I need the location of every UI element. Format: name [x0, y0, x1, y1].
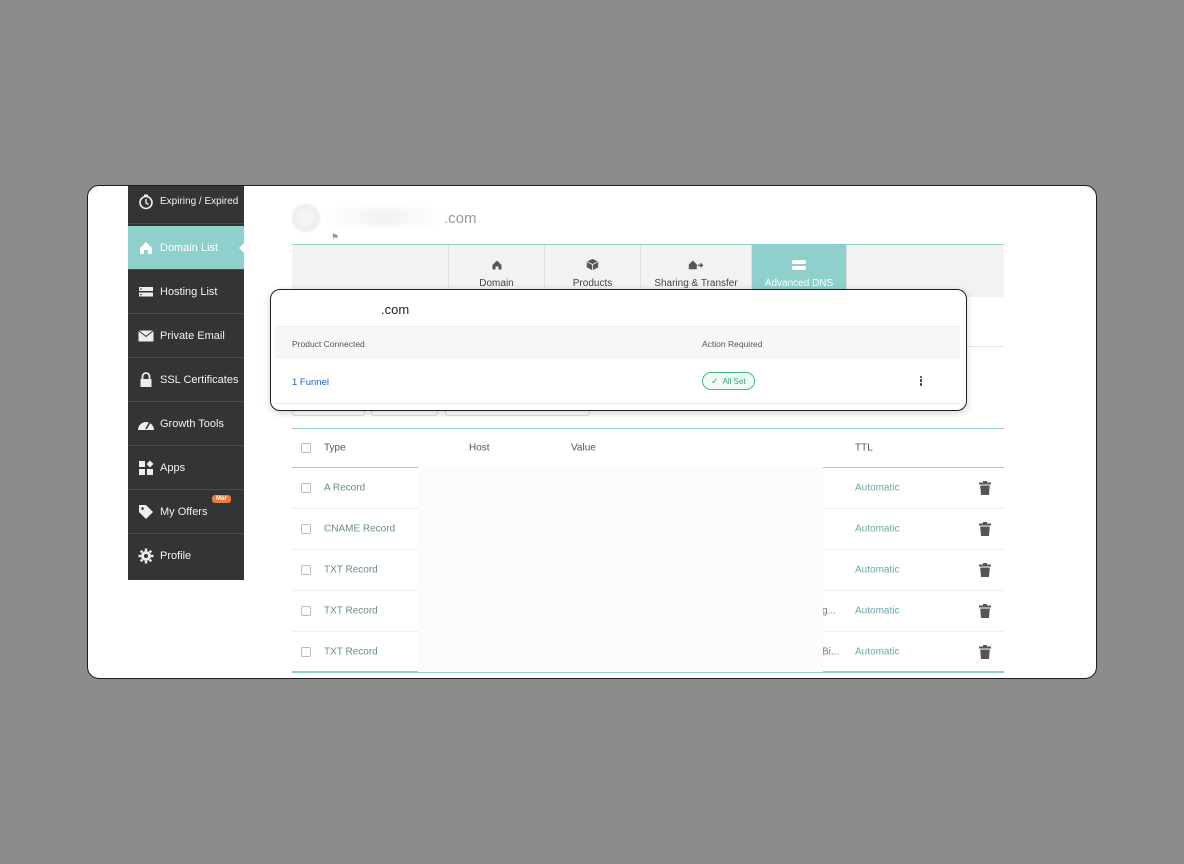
sidebar-item-label: Expiring / Expired — [160, 196, 239, 207]
sidebar-item-private-email[interactable]: Private Email — [128, 314, 244, 358]
sidebar-item-apps[interactable]: Apps — [128, 446, 244, 490]
sidebar-item-label: Apps — [160, 461, 186, 474]
sidebar-item-domain-list[interactable]: Domain List — [128, 226, 245, 270]
speedometer-icon — [137, 415, 155, 433]
status-label: All Set — [722, 376, 746, 386]
trash-icon[interactable] — [979, 644, 991, 659]
record-type: TXT Record — [324, 605, 378, 617]
trash-icon[interactable] — [979, 481, 991, 495]
sidebar-item-label: Private Email — [160, 329, 225, 342]
row-checkbox[interactable] — [301, 606, 311, 616]
domain-avatar — [292, 204, 320, 232]
record-ttl[interactable]: Automatic — [855, 524, 899, 535]
sidebar-item-hosting-list[interactable]: Hosting List — [128, 270, 244, 314]
record-ttl[interactable]: Automatic — [855, 483, 899, 494]
row-checkbox[interactable] — [301, 524, 311, 534]
clock-icon — [137, 193, 155, 211]
row-checkbox[interactable] — [301, 646, 311, 657]
record-type: TXT Record — [324, 646, 378, 657]
tag-icon — [137, 503, 155, 521]
popup-row: 1 Funnel ✓ All Set — [275, 358, 960, 404]
tag-icon[interactable]: ⚑ — [331, 232, 339, 243]
trash-icon[interactable] — [979, 604, 991, 618]
sidebar-item-label: SSL Certificates — [160, 373, 239, 386]
sidebar-item-label: Hosting List — [160, 285, 218, 298]
sidebar-item-my-offers[interactable]: My Offers Mar — [128, 490, 244, 534]
tab-label: Products — [572, 278, 613, 289]
domain-title: .com — [444, 210, 477, 227]
sidebar-item-growth-tools[interactable]: Growth Tools — [128, 402, 244, 446]
sidebar-item-profile[interactable]: Profile — [128, 534, 244, 578]
record-value-tail: Bi... — [822, 646, 840, 657]
more-options-icon[interactable] — [918, 374, 924, 388]
tab-label: Domain — [479, 277, 514, 289]
sidebar-item-label: Domain List — [160, 241, 219, 254]
select-all-checkbox[interactable] — [301, 443, 311, 453]
popup-table-header: Product Connected Action Required — [275, 326, 960, 358]
column-header-product: Product Connected — [292, 339, 365, 349]
offers-badge: Mar — [212, 495, 231, 503]
redacted-host-value-area — [418, 467, 823, 672]
trash-icon[interactable] — [979, 563, 991, 577]
column-header-type: Type — [324, 442, 346, 454]
popup-domain: .com — [381, 302, 410, 317]
record-ttl[interactable]: Automatic — [855, 606, 899, 617]
sidebar-item-label: Growth Tools — [160, 417, 224, 430]
dns-icon — [791, 259, 807, 273]
gear-icon — [137, 547, 155, 565]
connected-product-popup: .com Product Connected Action Required 1… — [270, 289, 967, 411]
record-value-tail: g... — [822, 605, 836, 617]
home-icon — [137, 239, 155, 257]
transfer-icon — [688, 258, 704, 273]
record-ttl[interactable]: Automatic — [855, 565, 899, 576]
redacted-domain-name — [275, 296, 379, 320]
column-header-ttl: TTL — [855, 442, 873, 454]
apps-grid-icon — [137, 459, 155, 477]
tab-label: Sharing & Transfer — [654, 278, 738, 289]
sidebar-item-label: My Offers — [160, 505, 208, 518]
row-checkbox[interactable] — [301, 565, 311, 575]
server-icon — [137, 283, 155, 301]
sidebar-item-expiring[interactable]: Expiring / Expired — [128, 186, 244, 224]
envelope-icon — [137, 327, 155, 345]
tab-label: Advanced DNS — [764, 277, 834, 289]
column-header-value: Value — [571, 442, 596, 454]
column-header-host: Host — [469, 442, 490, 454]
sidebar: Expiring / Expired Domain List Hosting L… — [128, 186, 245, 580]
record-type: A Record — [324, 482, 366, 494]
column-header-action: Action Required — [702, 339, 763, 349]
check-icon: ✓ — [711, 375, 719, 386]
sidebar-item-label: Profile — [160, 550, 192, 562]
sidebar-item-ssl-certificates[interactable]: SSL Certificates — [128, 358, 244, 402]
home-icon — [491, 259, 503, 273]
record-type: CNAME Record — [324, 523, 396, 535]
redacted-domain-name — [324, 208, 444, 226]
table-header: Type Host Value TTL — [292, 428, 1004, 468]
trash-icon[interactable] — [979, 522, 991, 536]
record-type: TXT Record — [324, 564, 378, 576]
app-window: Expiring / Expired Domain List Hosting L… — [87, 185, 1097, 679]
box-icon — [586, 258, 599, 273]
row-checkbox[interactable] — [301, 483, 311, 493]
lock-icon — [137, 371, 155, 389]
record-ttl[interactable]: Automatic — [855, 646, 899, 657]
status-badge: ✓ All Set — [702, 372, 755, 390]
funnel-link[interactable]: 1 Funnel — [292, 377, 329, 388]
